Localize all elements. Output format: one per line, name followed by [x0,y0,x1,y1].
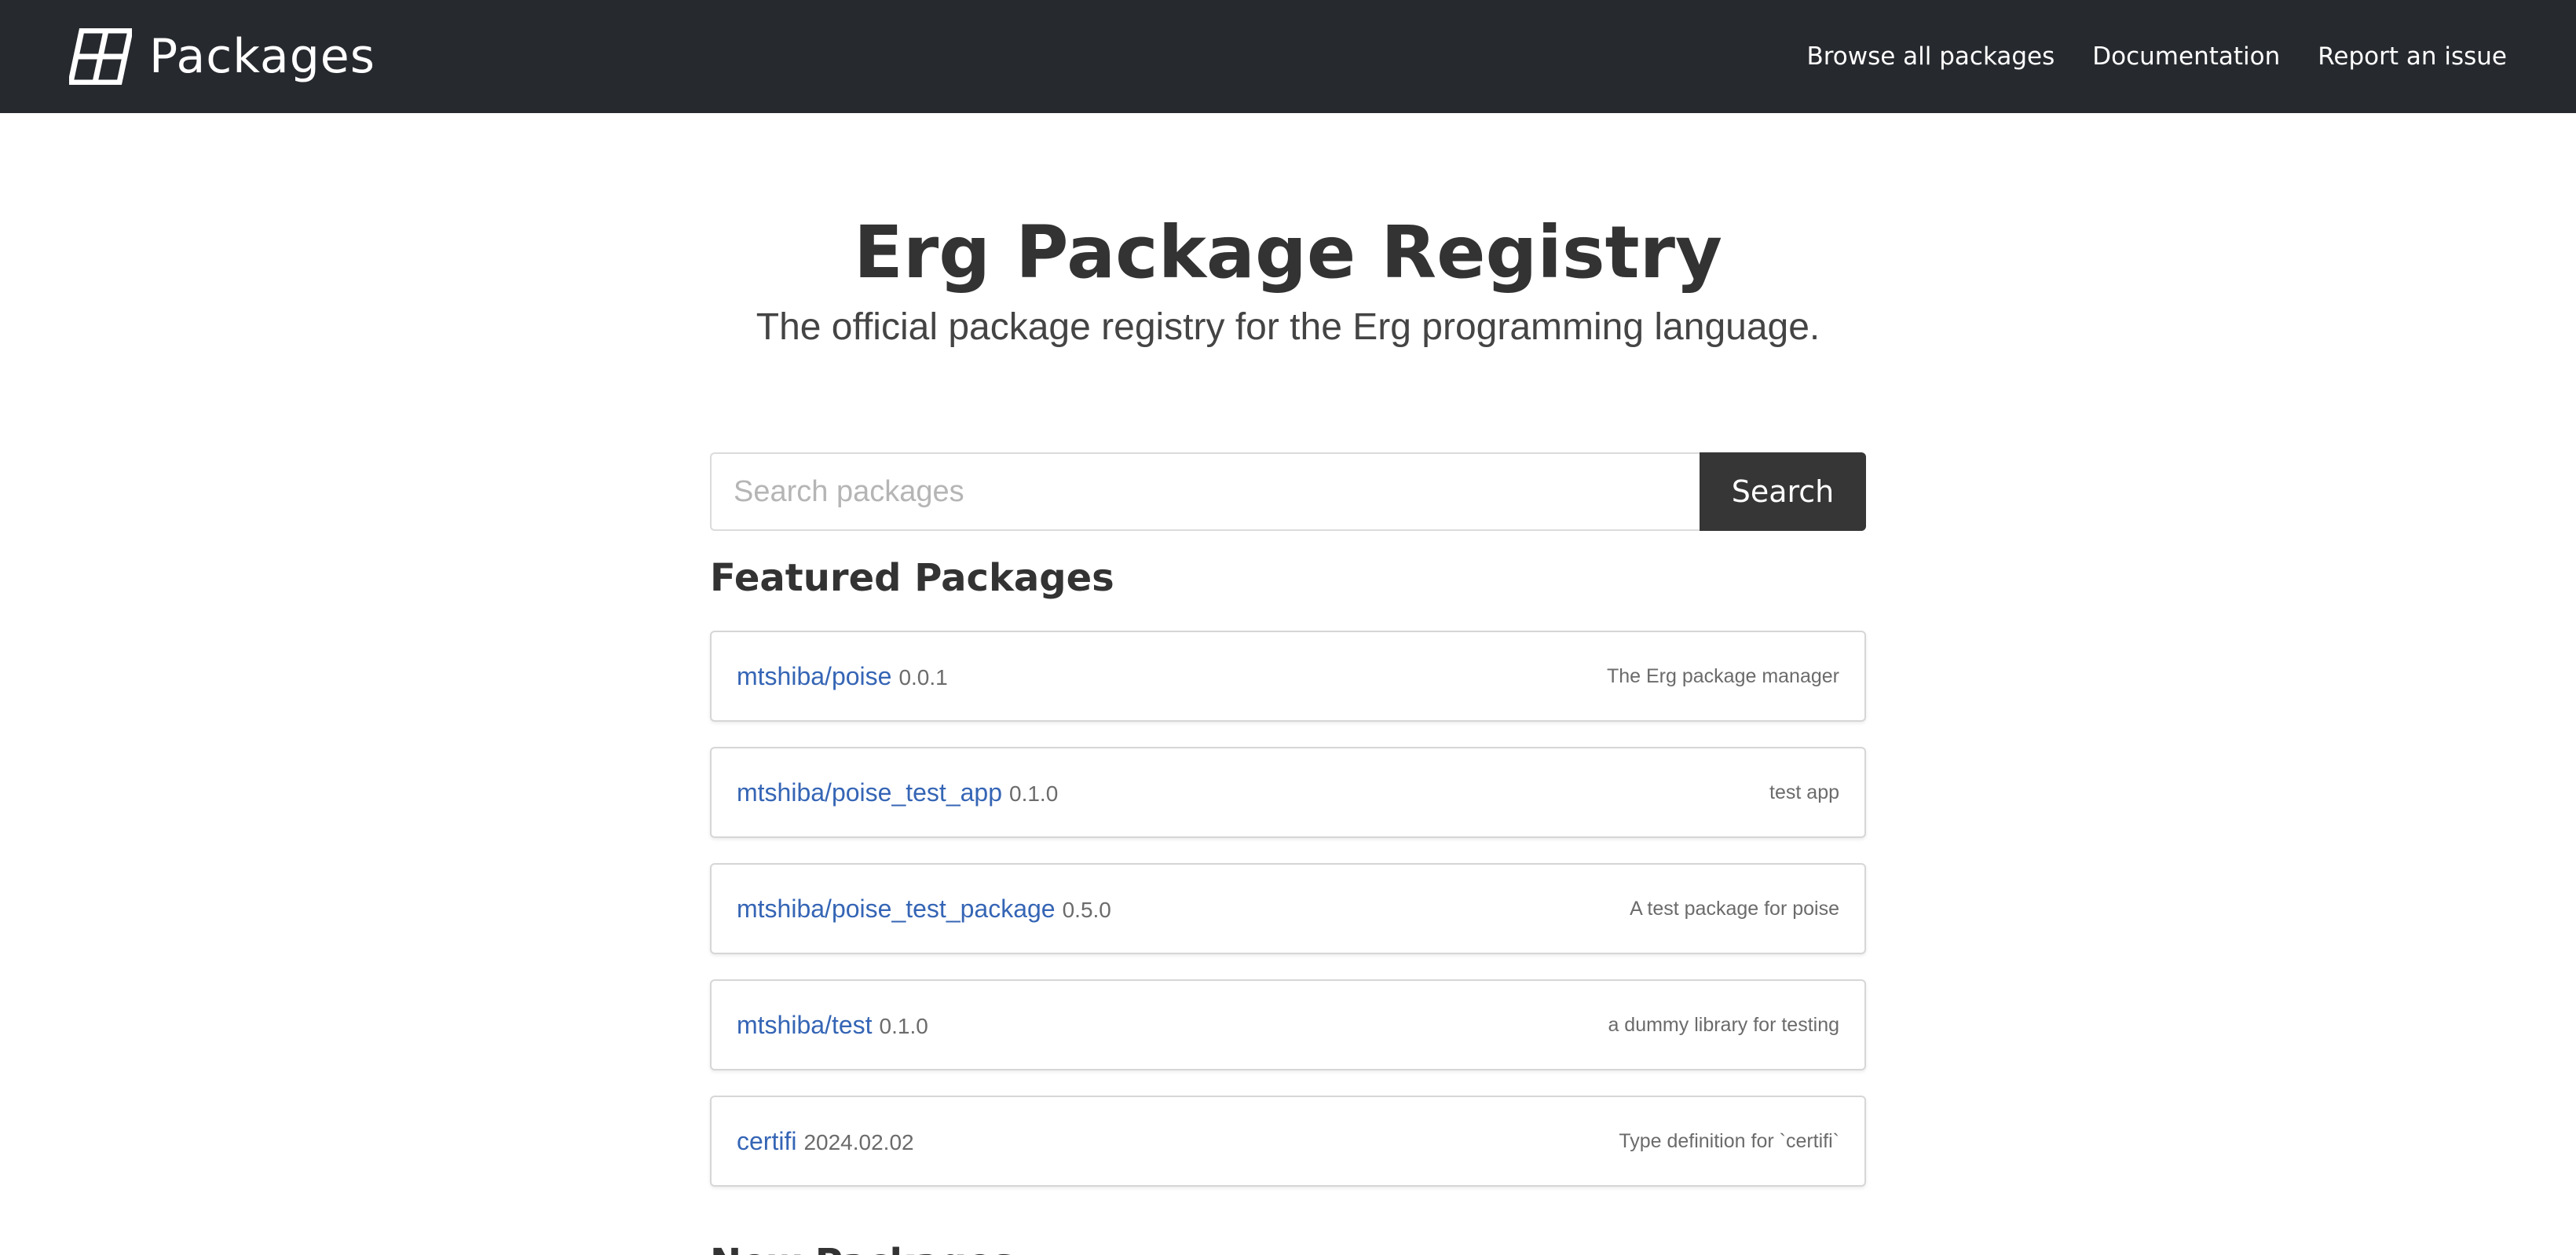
package-info: mtshiba/poise 0.0.1 [737,662,948,691]
nav-links: Browse all packages Documentation Report… [1769,0,2507,113]
search-input[interactable] [710,452,1700,531]
package-info: mtshiba/poise_test_package 0.5.0 [737,895,1111,924]
package-card: mtshiba/poise_test_package 0.5.0 A test … [710,863,1866,954]
search-form: Search [710,452,1866,531]
package-info: certifi 2024.02.02 [737,1127,914,1156]
package-version: 0.1.0 [1009,781,1059,806]
top-navbar: Packages Browse all packages Documentati… [0,0,2576,113]
package-info: mtshiba/test 0.1.0 [737,1011,928,1040]
package-description: The Erg package manager [1606,664,1839,687]
nav-link-report-issue[interactable]: Report an issue [2318,42,2507,71]
page-title: Erg Package Registry [854,210,1722,295]
package-version: 0.0.1 [898,664,948,690]
package-grid-icon [69,28,132,85]
package-name-link[interactable]: mtshiba/poise [737,662,891,691]
package-card: mtshiba/poise_test_app 0.1.0 test app [710,747,1866,838]
package-version: 0.5.0 [1062,897,1111,922]
package-version: 0.1.0 [879,1013,928,1038]
package-card: certifi 2024.02.02 Type definition for `… [710,1096,1866,1187]
package-description: Type definition for `certifi` [1619,1129,1839,1152]
package-name-link[interactable]: mtshiba/poise_test_package [737,895,1056,924]
package-description: A test package for poise [1630,897,1839,920]
package-description: a dummy library for testing [1608,1013,1839,1036]
nav-link-documentation[interactable]: Documentation [2092,42,2280,71]
package-name-link[interactable]: certifi [737,1127,796,1156]
new-packages-heading: New Packages [710,1239,1015,1255]
search-button[interactable]: Search [1700,452,1866,531]
brand-link[interactable]: Packages [69,28,375,85]
featured-packages-list: mtshiba/poise 0.0.1 The Erg package mana… [710,631,1866,1212]
package-description: test app [1769,781,1839,803]
package-card: mtshiba/test 0.1.0 a dummy library for t… [710,979,1866,1070]
package-info: mtshiba/poise_test_app 0.1.0 [737,778,1058,807]
package-version: 2024.02.02 [803,1129,914,1154]
brand-text: Packages [149,29,375,84]
package-card: mtshiba/poise 0.0.1 The Erg package mana… [710,631,1866,722]
featured-packages-heading: Featured Packages [710,556,1114,600]
package-name-link[interactable]: mtshiba/poise_test_app [737,778,1002,807]
nav-link-browse-all-packages[interactable]: Browse all packages [1806,42,2055,71]
package-name-link[interactable]: mtshiba/test [737,1011,873,1040]
page-subtitle: The official package registry for the Er… [756,306,1820,348]
